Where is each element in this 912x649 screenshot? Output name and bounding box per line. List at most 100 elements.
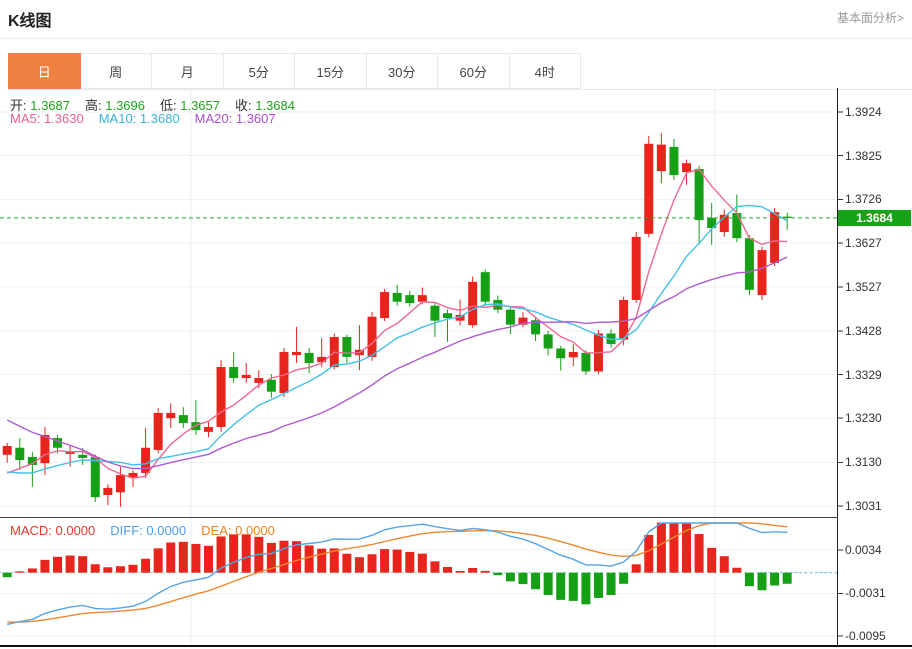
- candle-body: [581, 353, 590, 372]
- macd-bar: [53, 557, 62, 573]
- current-price-label: 1.3684: [838, 210, 911, 226]
- macd-bar: [15, 571, 24, 572]
- kline-page: K线图 基本面分析> 日周月5分15分30分60分4时 开: 1.3687高: …: [0, 0, 912, 649]
- macd-bar: [770, 573, 779, 586]
- candle-body: [443, 313, 452, 318]
- candle-body: [78, 455, 87, 458]
- macd-bar: [632, 564, 641, 572]
- price-tick-label: 1.3031: [845, 499, 882, 513]
- macd-bar: [355, 557, 364, 572]
- price-tick-label: 1.3924: [845, 105, 882, 119]
- macd-bar: [607, 573, 616, 595]
- macd-bar: [518, 573, 527, 584]
- macd-bar: [594, 573, 603, 598]
- candle-body: [91, 457, 100, 497]
- macd-bar: [493, 573, 502, 575]
- price-tick-label: 1.3825: [845, 149, 882, 163]
- legend-item: MA10: 1.3680: [99, 111, 180, 126]
- candle-body: [430, 306, 439, 321]
- macd-bar: [669, 523, 678, 573]
- macd-bar: [368, 554, 377, 572]
- macd-bar: [154, 548, 163, 572]
- macd-bar: [544, 573, 553, 595]
- macd-bar: [40, 560, 49, 573]
- macd-bar: [166, 542, 175, 572]
- macd-bar: [116, 566, 125, 572]
- macd-bar: [204, 546, 213, 573]
- legend-item: MA20: 1.3607: [195, 111, 276, 126]
- macd-bar: [556, 573, 565, 600]
- candle-body: [732, 213, 741, 238]
- candle-body: [544, 334, 553, 348]
- macd-bar: [405, 552, 414, 573]
- macd-bar: [191, 544, 200, 573]
- candle-body: [695, 169, 704, 220]
- candle-body: [3, 446, 12, 455]
- macd-bar: [456, 571, 465, 573]
- macd-bar: [732, 568, 741, 573]
- macd-bar: [619, 573, 628, 584]
- candle-body: [644, 144, 653, 234]
- price-tick-label: 1.3230: [845, 411, 882, 425]
- macd-bar: [745, 573, 754, 586]
- candle-body: [556, 348, 565, 358]
- macd-tick-label: -0.0095: [845, 629, 886, 643]
- macd-bar: [129, 565, 138, 573]
- candle-body: [103, 488, 112, 495]
- macd-bar: [430, 561, 439, 572]
- macd-bar: [179, 542, 188, 573]
- macd-bar: [393, 550, 402, 573]
- macd-bar: [28, 568, 37, 572]
- candle-body: [40, 435, 49, 463]
- macd-tick-label: -0.0031: [845, 586, 886, 600]
- price-tick-label: 1.3726: [845, 192, 882, 206]
- price-tick-label: 1.3130: [845, 455, 882, 469]
- ma-legend: MA5: 1.3630MA10: 1.3680MA20: 1.3607: [10, 111, 291, 126]
- macd-bar: [242, 534, 251, 572]
- macd-bar: [783, 573, 792, 584]
- candle-body: [405, 295, 414, 303]
- candle-body: [657, 145, 666, 171]
- candle-body: [204, 427, 213, 432]
- legend-item: DEA: 0.0000: [201, 523, 275, 538]
- legend-item: MACD: 0.0000: [10, 523, 95, 538]
- macd-bar: [657, 523, 666, 573]
- candle-body: [292, 352, 301, 355]
- candle-body: [770, 212, 779, 263]
- candle-body: [141, 448, 150, 473]
- macd-bar: [695, 534, 704, 573]
- price-tick-label: 1.3428: [845, 324, 882, 338]
- candle-body: [368, 317, 377, 357]
- macd-bar: [531, 573, 540, 590]
- macd-bar: [506, 573, 515, 582]
- candle-body: [393, 293, 402, 302]
- legend-item: DIFF: 0.0000: [110, 523, 186, 538]
- macd-bar: [141, 559, 150, 573]
- macd-bar: [720, 556, 729, 572]
- candle-body: [229, 367, 238, 378]
- macd-bar: [317, 549, 326, 573]
- macd-bar: [758, 573, 767, 591]
- ma10-line: [7, 205, 787, 473]
- macd-bar: [3, 573, 12, 578]
- candle-body: [569, 352, 578, 357]
- macd-bar: [103, 567, 112, 572]
- macd-bar: [279, 541, 288, 573]
- macd-bar: [305, 545, 314, 572]
- macd-bar: [581, 573, 590, 605]
- candle-body: [305, 353, 314, 363]
- candle-body: [217, 367, 226, 427]
- candle-body: [745, 238, 754, 290]
- candle-body: [468, 282, 477, 325]
- price-tick-label: 1.3329: [845, 368, 882, 382]
- macd-bar: [481, 571, 490, 573]
- candle-body: [632, 237, 641, 300]
- candle-body: [682, 163, 691, 172]
- macd-bar: [78, 556, 87, 573]
- macd-bar: [468, 568, 477, 573]
- candle-body: [166, 413, 175, 418]
- tab-period-0[interactable]: 日: [8, 53, 81, 89]
- candle-body: [669, 147, 678, 175]
- candle-body: [267, 380, 276, 392]
- candle-body: [154, 413, 163, 450]
